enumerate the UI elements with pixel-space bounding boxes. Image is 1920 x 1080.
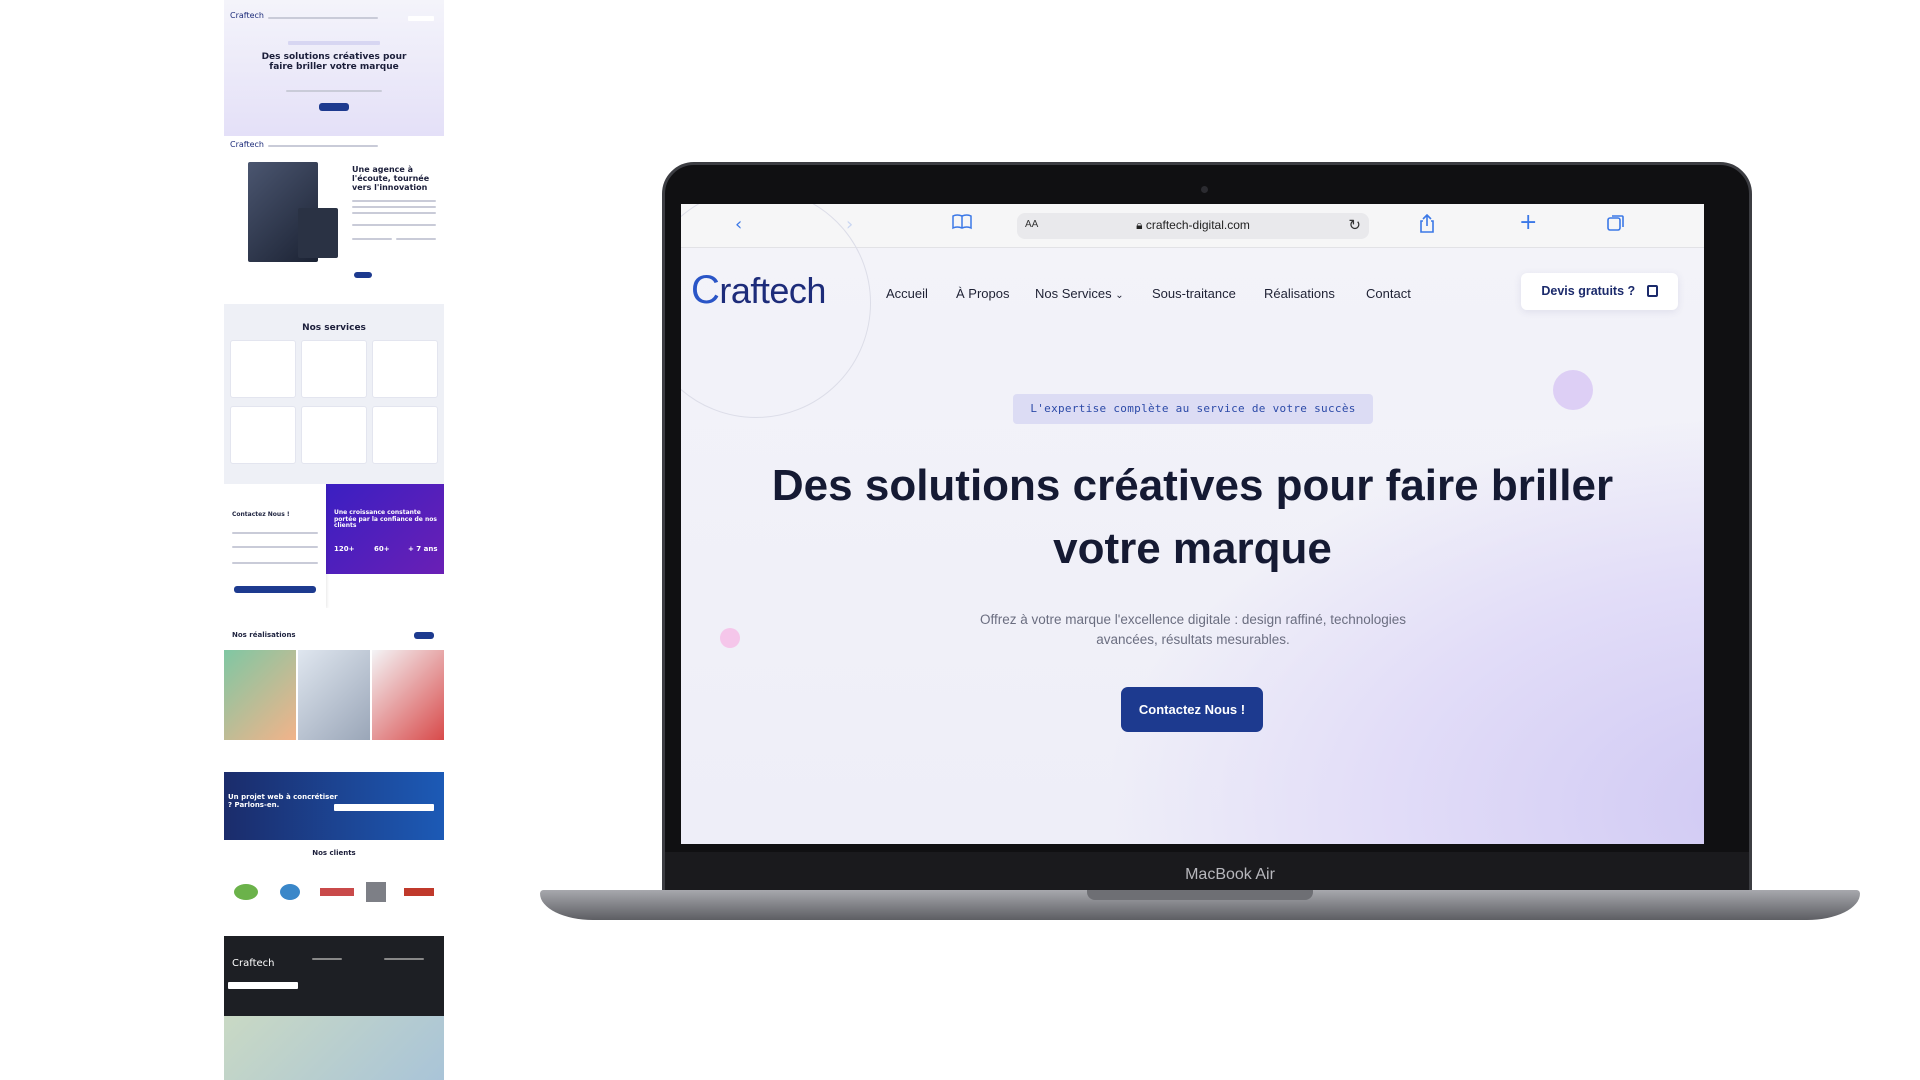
decorative-dot — [1553, 370, 1593, 410]
hero-subtitle: Offrez à votre marque l'excellence digit… — [979, 612, 1407, 647]
laptop-screen: ‹ › AA 🔒︎ craftech-digital.com ↻ + Craft… — [681, 204, 1704, 844]
page-thumbnail-strip: Craftech Des solutions créatives pour fa… — [224, 0, 444, 1080]
bookmarks-icon[interactable] — [952, 214, 972, 236]
thumb-clients-title: Nos clients — [312, 849, 356, 857]
thumb-cta-banner: Un projet web à concrétiser ? Parlons-en… — [224, 772, 444, 840]
thumb-footer-logo: Craftech — [232, 958, 275, 969]
contact-cta-button[interactable]: Contactez Nous ! — [1121, 687, 1263, 732]
thumb-contact-title: Contactez Nous ! — [232, 511, 290, 518]
nav-sous-traitance[interactable]: Sous-traitance — [1152, 286, 1236, 301]
address-url: craftech-digital.com — [1145, 218, 1250, 232]
site-logo-initial: C — [691, 268, 720, 312]
laptop-notch — [1087, 890, 1313, 900]
thumb-hero-title: Des solutions créatives pour faire brill… — [261, 52, 407, 72]
showcase-stage: Craftech Des solutions créatives pour fa… — [0, 0, 1920, 1080]
thumb-contact-stat-3: + 7 ans — [408, 545, 438, 553]
free-quote-label: Devis gratuits ? — [1541, 284, 1636, 298]
thumb-about-logo: Craftech — [230, 140, 264, 149]
laptop-mockup: MacBook Air ‹ › AA 🔒︎ craftech-digital.c… — [540, 0, 1920, 1080]
nav-a-propos[interactable]: À Propos — [956, 286, 1009, 301]
tabs-icon[interactable] — [1607, 214, 1625, 238]
hero-title: Des solutions créatives pour faire brill… — [771, 461, 1614, 573]
thumb-footer: Craftech — [224, 936, 444, 1080]
chevron-down-icon: ⌄ — [1115, 290, 1124, 301]
laptop-model-label: MacBook Air — [1185, 866, 1275, 883]
nav-realisations[interactable]: Réalisations — [1264, 286, 1335, 301]
camera-icon — [1201, 186, 1208, 193]
share-icon[interactable] — [1419, 213, 1435, 240]
calculator-icon — [1646, 285, 1658, 297]
thumb-contact-stat-2: 60+ — [374, 545, 390, 553]
decorative-dot — [720, 628, 740, 648]
nav-nos-services[interactable]: Nos Services ⌄ — [1035, 286, 1124, 301]
free-quote-button[interactable]: Devis gratuits ? — [1521, 273, 1678, 310]
thumb-clients: Nos clients — [224, 848, 444, 928]
lock-icon: 🔒︎ — [1136, 218, 1143, 232]
new-tab-icon[interactable]: + — [1519, 212, 1537, 234]
site-logo-text: raftech — [719, 270, 826, 311]
thumb-services-title: Nos services — [302, 323, 366, 333]
thumb-contact-tagline: Une croissance constante portée par la c… — [334, 509, 437, 530]
address-url-row: 🔒︎ craftech-digital.com — [1017, 218, 1369, 233]
thumb-cta-title: Un projet web à concrétiser ? Parlons-en… — [228, 793, 338, 809]
thumb-contact-stat-1: 120+ — [334, 545, 355, 553]
thumb-services: Nos services — [224, 304, 444, 484]
thumb-contact: Contactez Nous ! Une croissance constant… — [224, 484, 444, 608]
thumb-about: Craftech Une agence à l'écoute, tournée … — [224, 138, 444, 288]
address-bar[interactable]: AA 🔒︎ craftech-digital.com ↻ — [1017, 213, 1369, 239]
thumb-about-title: Une agence à l'écoute, tournée vers l'in… — [352, 165, 430, 192]
thumb-realisations: Nos réalisations — [224, 626, 444, 766]
thumb-hero-logo: Craftech — [230, 11, 264, 20]
hero-badge: L'expertise complète au service de votre… — [1013, 394, 1373, 424]
reload-icon[interactable]: ↻ — [1348, 216, 1361, 234]
thumb-hero: Craftech Des solutions créatives pour fa… — [224, 0, 444, 136]
website-hero: Craftech Accueil À Propos Nos Services ⌄… — [681, 204, 1704, 844]
nav-nos-services-label: Nos Services — [1035, 286, 1112, 301]
site-logo[interactable]: Craftech — [691, 268, 826, 313]
thumb-realisations-title: Nos réalisations — [232, 631, 296, 639]
nav-accueil[interactable]: Accueil — [886, 286, 928, 301]
nav-contact[interactable]: Contact — [1366, 286, 1411, 301]
